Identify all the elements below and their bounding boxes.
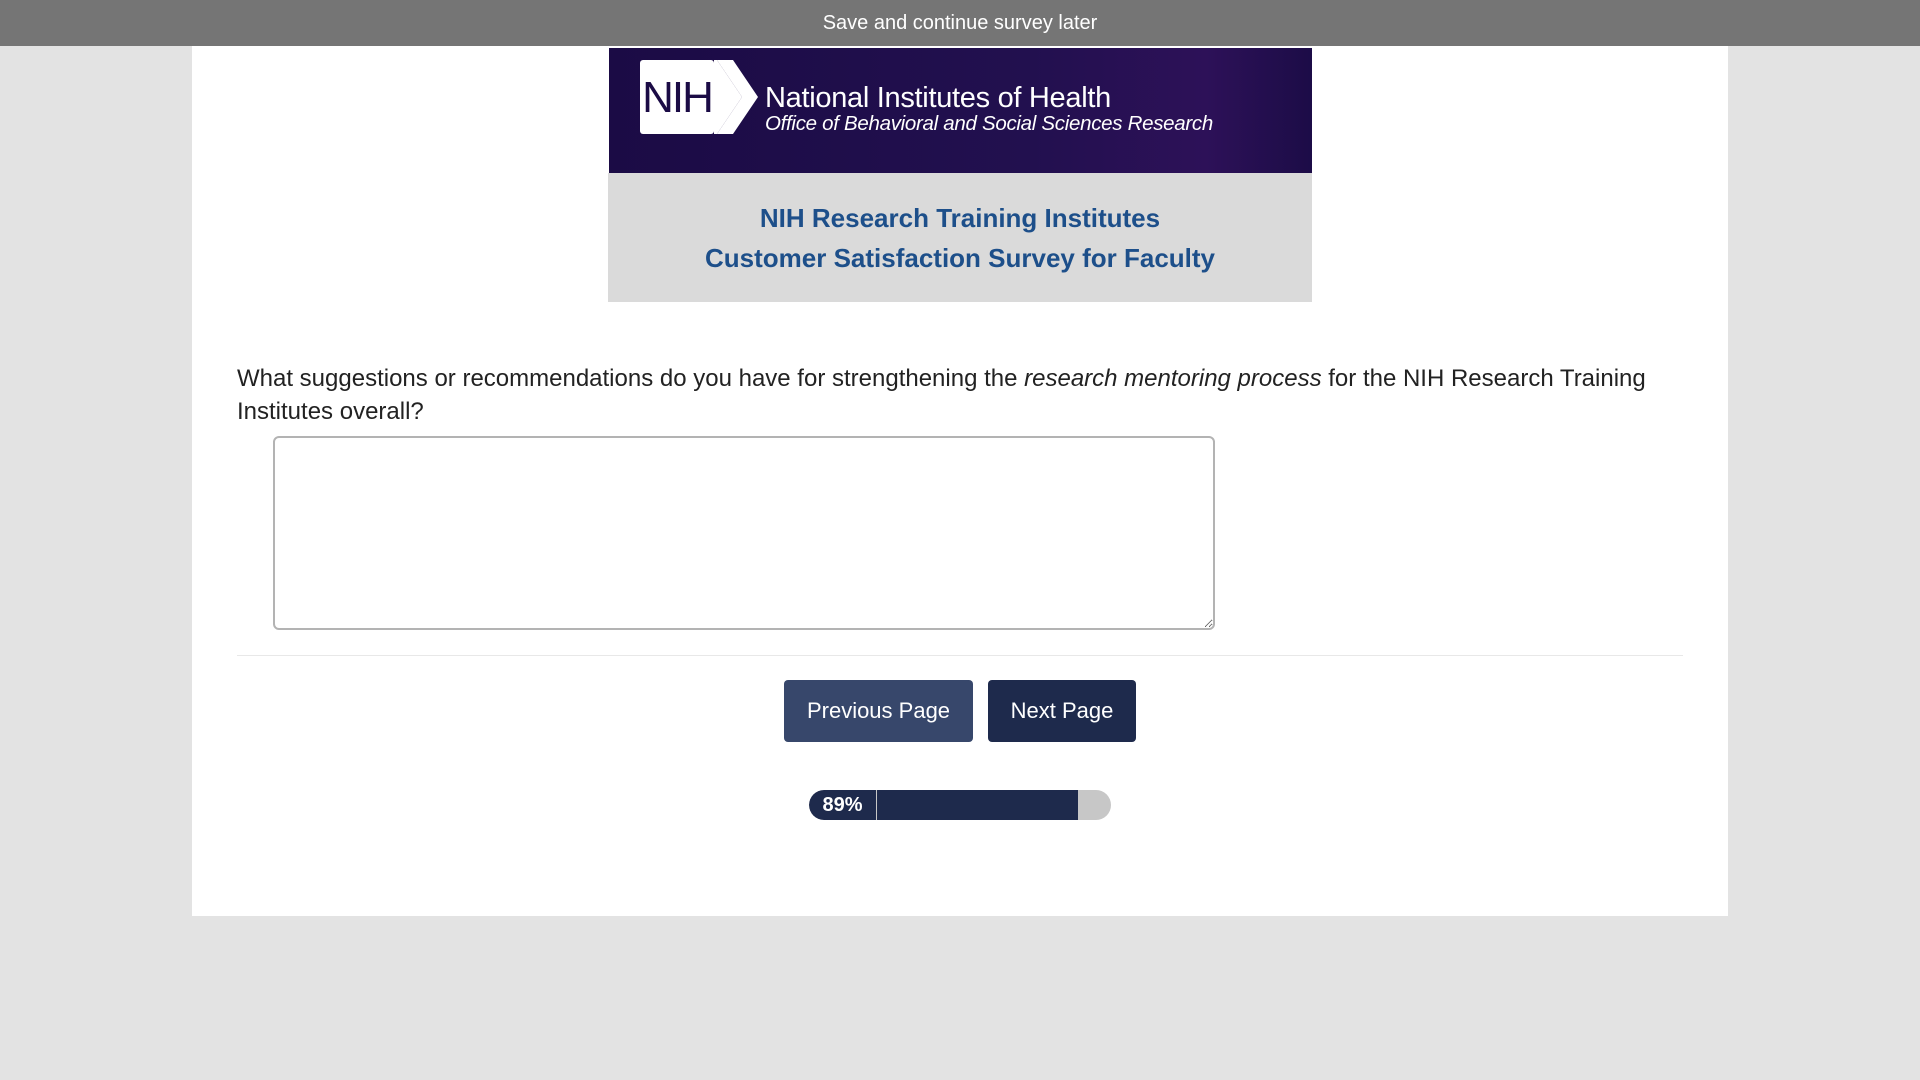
nih-logo-text: NIH (642, 73, 712, 122)
question-emphasis: research mentoring process (1024, 365, 1322, 392)
previous-page-button[interactable]: Previous Page (784, 680, 973, 742)
nih-logo-icon: NIH (640, 60, 758, 134)
survey-title: NIH Research Training Institutes Custome… (608, 173, 1312, 302)
answer-textarea[interactable] (273, 436, 1215, 630)
next-page-button[interactable]: Next Page (988, 680, 1136, 742)
divider (237, 655, 1683, 656)
save-continue-later-link[interactable]: Save and continue survey later (823, 12, 1098, 35)
nih-header: NIH National Institutes of Health Office… (609, 48, 1312, 173)
organization-name: National Institutes of Health (765, 82, 1111, 114)
progress-label: 89% (809, 790, 877, 820)
question-text-start: What suggestions or recommendations do y… (237, 365, 1025, 392)
survey-banner: NIH National Institutes of Health Office… (608, 48, 1312, 302)
progress-bar: 89% (809, 790, 1111, 820)
top-bar: Save and continue survey later (0, 0, 1920, 46)
question-text: What suggestions or recommendations do y… (237, 362, 1677, 428)
organization-office: Office of Behavioral and Social Sciences… (765, 112, 1213, 135)
survey-title-line-1: NIH Research Training Institutes (759, 202, 1161, 233)
survey-page: NIH National Institutes of Health Office… (192, 46, 1728, 916)
survey-title-line-2: Customer Satisfaction Survey for Faculty (704, 242, 1216, 273)
